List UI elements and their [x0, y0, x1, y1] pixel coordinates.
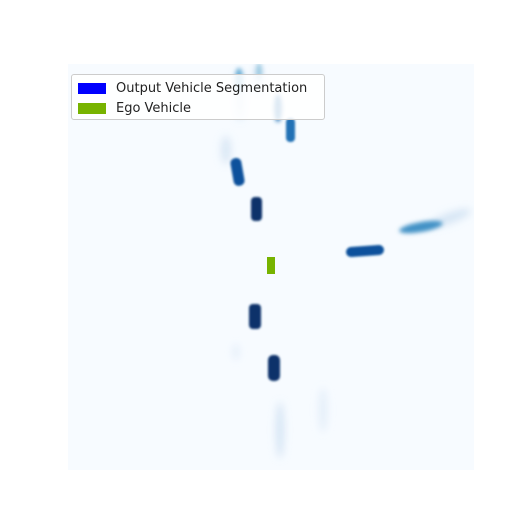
vehicle-behind-far	[268, 355, 280, 381]
legend-item-ego: Ego Vehicle	[78, 100, 191, 116]
smear-upper-left	[221, 136, 231, 164]
vehicle-ahead	[251, 197, 262, 221]
legend-swatch-ego	[78, 102, 106, 114]
legend: Output Vehicle Segmentation Ego Vehicle	[71, 74, 325, 120]
legend-label-segmentation: Output Vehicle Segmentation	[116, 80, 308, 96]
smear-left-low	[233, 344, 239, 360]
smear-bottom-right	[319, 388, 327, 432]
vehicle-upper-mid	[286, 118, 295, 142]
legend-swatch-segmentation	[78, 82, 106, 94]
vehicle-behind	[249, 304, 261, 329]
ego-vehicle-marker	[267, 257, 275, 274]
legend-item-segmentation: Output Vehicle Segmentation	[78, 80, 307, 96]
legend-label-ego: Ego Vehicle	[116, 100, 192, 116]
smear-bottom-center	[276, 402, 284, 458]
